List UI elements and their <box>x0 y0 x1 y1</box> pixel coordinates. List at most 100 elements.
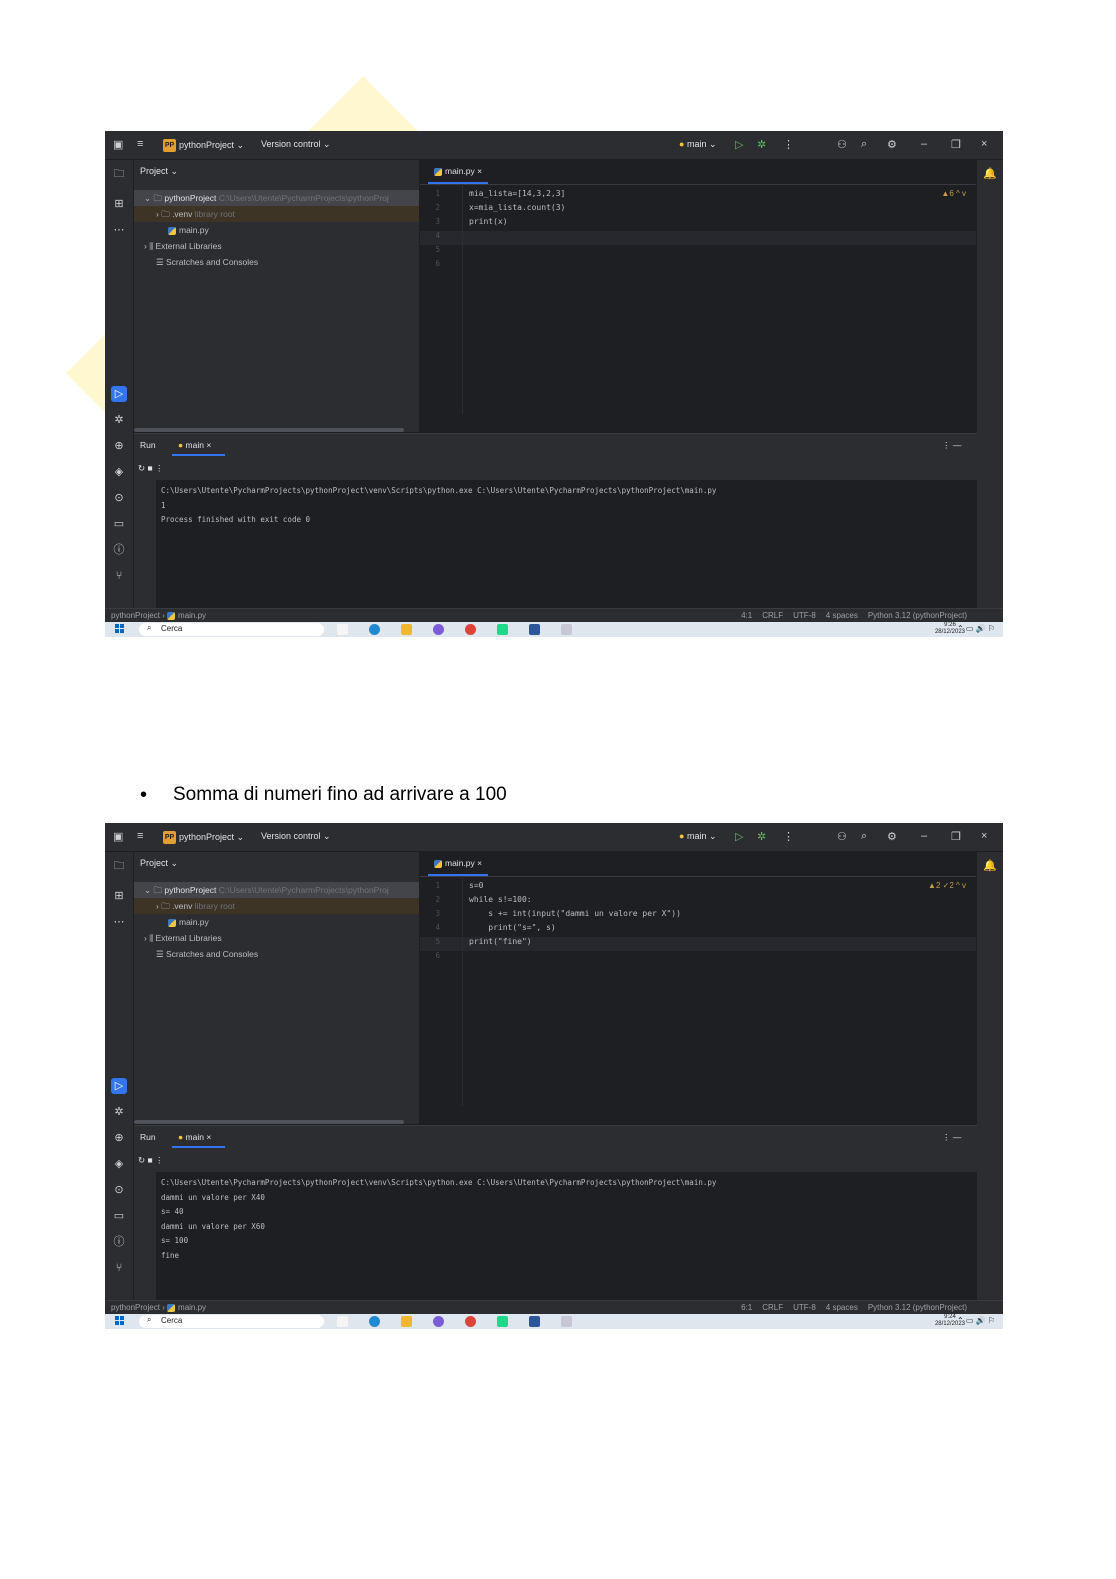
python-packages-icon[interactable]: ⊕ <box>111 438 127 454</box>
breadcrumb[interactable]: pythonProject › main.py <box>111 611 206 620</box>
problems-icon[interactable]: ⓘ <box>111 1234 127 1250</box>
notifications-icon[interactable]: 🔔 <box>982 166 998 182</box>
run-config-selector[interactable]: ● main ⌄ <box>679 831 717 842</box>
tree-item-external-libraries[interactable]: › ⫼ External Libraries <box>134 930 419 946</box>
copilot-icon[interactable] <box>433 1316 444 1327</box>
caret-position[interactable]: 6:1 <box>741 1303 752 1312</box>
restore-icon[interactable]: ❐ <box>951 138 961 151</box>
inspection-widget[interactable]: ▲2 ✓2 ^ v <box>928 881 966 890</box>
caret-position[interactable]: 4:1 <box>741 611 752 620</box>
task-view-icon[interactable] <box>337 1316 348 1327</box>
project-tool-icon[interactable]: 🗀 <box>111 166 127 182</box>
tree-item-project[interactable]: ⌄ 🗀 pythonProject C:\Users\Utente\Pychar… <box>134 190 419 206</box>
layers-icon[interactable]: ◈ <box>111 464 127 480</box>
tree-item-scratches[interactable]: ☰ Scratches and Consoles <box>134 254 419 270</box>
tree-item-venv[interactable]: › 🗀 .venv library root <box>134 206 419 222</box>
problems-icon[interactable]: ⓘ <box>111 542 127 558</box>
file-explorer-icon[interactable] <box>401 1316 412 1327</box>
structure-tool-icon[interactable]: ⊞ <box>111 196 127 212</box>
chrome-icon[interactable] <box>465 1316 476 1327</box>
taskbar-search[interactable]: ⌕ Cerca <box>139 623 324 636</box>
snipping-tool-icon[interactable] <box>561 1316 572 1327</box>
windows-start-icon[interactable] <box>115 624 125 634</box>
terminal-icon[interactable]: ▭ <box>111 1208 127 1224</box>
project-tool-icon[interactable]: 🗀 <box>111 858 127 874</box>
edge-icon[interactable] <box>369 624 380 635</box>
version-control-menu[interactable]: Version control ⌄ <box>261 831 331 842</box>
hamburger-menu-icon[interactable]: ≡ <box>137 830 143 842</box>
tree-item-scratches[interactable]: ☰ Scratches and Consoles <box>134 946 419 962</box>
version-control-menu[interactable]: Version control ⌄ <box>261 139 331 150</box>
word-icon[interactable] <box>529 1316 540 1327</box>
search-icon[interactable]: ⌕ <box>861 138 867 151</box>
inspection-widget[interactable]: ▲6 ^ v <box>941 189 966 198</box>
services-icon[interactable]: ⊙ <box>111 1182 127 1198</box>
git-icon[interactable]: ⑂ <box>111 568 127 584</box>
file-encoding[interactable]: UTF-8 <box>793 611 816 620</box>
hamburger-menu-icon[interactable]: ≡ <box>137 138 143 150</box>
task-view-icon[interactable] <box>337 624 348 635</box>
python-packages-icon[interactable]: ⊕ <box>111 1130 127 1146</box>
run-tool-icon[interactable]: ▷ <box>111 1078 127 1094</box>
structure-tool-icon[interactable]: ⊞ <box>111 888 127 904</box>
file-explorer-icon[interactable] <box>401 624 412 635</box>
debug-tool-icon[interactable]: ✲ <box>111 412 127 428</box>
minimize-icon[interactable]: – <box>921 830 927 842</box>
run-tab-main[interactable]: ● main × <box>172 1132 226 1148</box>
snipping-tool-icon[interactable] <box>561 624 572 635</box>
terminal-icon[interactable]: ▭ <box>111 516 127 532</box>
tree-item-main-py[interactable]: main.py <box>134 914 419 930</box>
indent-setting[interactable]: 4 spaces <box>826 1303 858 1312</box>
code-editor[interactable]: main.py × ▲2 ✓2 ^ v 1 2 3 4 5 6 s=0 whil… <box>420 852 976 1124</box>
tree-item-project[interactable]: ⌄ 🗀 pythonProject C:\Users\Utente\Pychar… <box>134 882 419 898</box>
more-icon[interactable]: ⋮ <box>783 138 794 151</box>
close-icon[interactable]: × <box>981 138 987 150</box>
settings-icon[interactable]: ⚙ <box>887 138 897 151</box>
notifications-icon[interactable]: 🔔 <box>982 858 998 874</box>
interpreter[interactable]: Python 3.12 (pythonProject) <box>868 611 967 620</box>
pycharm-icon[interactable] <box>497 624 508 635</box>
interpreter[interactable]: Python 3.12 (pythonProject) <box>868 1303 967 1312</box>
project-panel-title[interactable]: Project ⌄ <box>140 858 178 869</box>
edge-icon[interactable] <box>369 1316 380 1327</box>
tree-item-external-libraries[interactable]: › ⫼ External Libraries <box>134 238 419 254</box>
project-selector[interactable]: PP pythonProject ⌄ <box>163 139 244 152</box>
app-menu-icon[interactable]: ▣ <box>113 138 123 151</box>
minimize-icon[interactable]: – <box>921 138 927 150</box>
run-tool-icon[interactable]: ▷ <box>111 386 127 402</box>
tree-item-main-py[interactable]: main.py <box>134 222 419 238</box>
copilot-icon[interactable] <box>433 624 444 635</box>
taskbar-search[interactable]: ⌕ Cerca <box>139 1315 324 1328</box>
breadcrumb[interactable]: pythonProject › main.py <box>111 1303 206 1312</box>
services-icon[interactable]: ⊙ <box>111 490 127 506</box>
run-tab-main[interactable]: ● main × <box>172 440 226 456</box>
account-icon[interactable]: ⚇ <box>837 830 847 843</box>
account-icon[interactable]: ⚇ <box>837 138 847 151</box>
tab-main-py[interactable]: main.py × <box>428 852 489 876</box>
system-tray[interactable]: ⌃ ▭ 🔊 ⚐ <box>957 1316 995 1325</box>
debug-icon[interactable]: ✲ <box>757 830 766 843</box>
app-menu-icon[interactable]: ▣ <box>113 830 123 843</box>
git-icon[interactable]: ⑂ <box>111 1260 127 1276</box>
line-separator[interactable]: CRLF <box>762 611 783 620</box>
indent-setting[interactable]: 4 spaces <box>826 611 858 620</box>
more-icon[interactable]: ⋮ <box>783 830 794 843</box>
tab-main-py[interactable]: main.py × <box>428 160 489 184</box>
rerun-icon[interactable]: ↻ ■ ⋮ <box>138 463 163 474</box>
debug-tool-icon[interactable]: ✲ <box>111 1104 127 1120</box>
project-selector[interactable]: PP pythonProject ⌄ <box>163 831 244 844</box>
run-options-icon[interactable]: ⋮ — <box>942 1132 961 1143</box>
run-config-selector[interactable]: ● main ⌄ <box>679 139 717 150</box>
pycharm-icon[interactable] <box>497 1316 508 1327</box>
line-separator[interactable]: CRLF <box>762 1303 783 1312</box>
search-icon[interactable]: ⌕ <box>861 830 867 843</box>
restore-icon[interactable]: ❐ <box>951 830 961 843</box>
settings-icon[interactable]: ⚙ <box>887 830 897 843</box>
tree-item-venv[interactable]: › 🗀 .venv library root <box>134 898 419 914</box>
debug-icon[interactable]: ✲ <box>757 138 766 151</box>
run-icon[interactable]: ▷ <box>735 138 743 151</box>
run-icon[interactable]: ▷ <box>735 830 743 843</box>
more-tools-icon[interactable]: ⋯ <box>111 914 127 930</box>
horizontal-scrollbar[interactable] <box>134 428 404 432</box>
run-options-icon[interactable]: ⋮ — <box>942 440 961 451</box>
